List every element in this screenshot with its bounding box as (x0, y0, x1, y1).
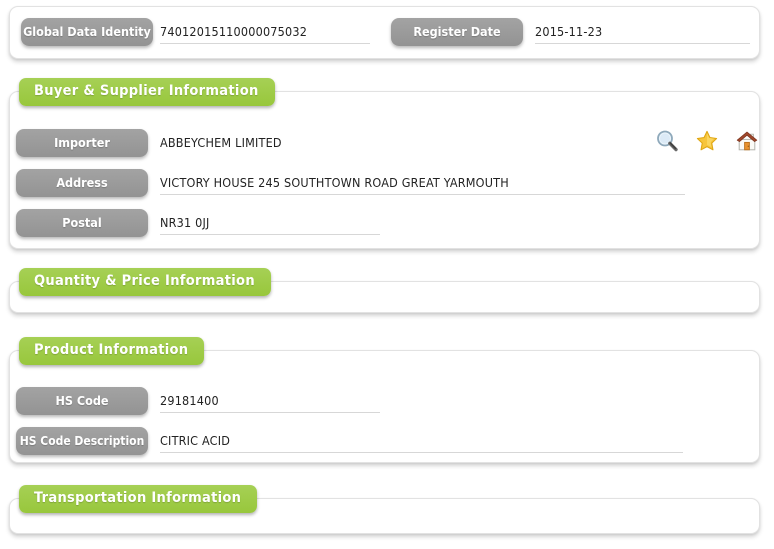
section-title-quantity-price: Quantity & Price Information (19, 268, 271, 296)
global-data-identity-label: Global Data Identity (21, 18, 153, 46)
global-data-identity-value[interactable]: 74012015110000075032 (160, 24, 307, 39)
section-title-transportation: Transportation Information (19, 485, 258, 513)
register-date-label: Register Date (391, 18, 523, 46)
hs-code-description-label: HS Code Description (16, 427, 148, 455)
search-icon[interactable] (655, 129, 679, 153)
hs-code-description-value[interactable]: CITRIC ACID (160, 433, 230, 448)
quantity-price-card: Quantity & Price Information (9, 268, 760, 313)
postal-underline (160, 234, 380, 235)
address-label: Address (16, 169, 148, 197)
postal-value[interactable]: NR31 0JJ (160, 215, 209, 230)
identity-card: Global Data Identity 7401201511000007503… (9, 6, 760, 59)
hs-code-description-underline (160, 452, 683, 453)
address-value[interactable]: VICTORY HOUSE 245 SOUTHTOWN ROAD GREAT Y… (160, 175, 509, 190)
section-title-buyer-supplier: Buyer & Supplier Information (19, 78, 275, 106)
trade-record-detail-page: Global Data Identity 7401201511000007503… (0, 0, 774, 549)
product-card: Product Information HS Code 29181400 HS … (9, 337, 760, 463)
home-icon[interactable] (735, 129, 759, 153)
register-date-value[interactable]: 2015-11-23 (535, 24, 602, 39)
hs-code-value[interactable]: 29181400 (160, 393, 219, 408)
importer-label: Importer (16, 129, 148, 157)
register-date-underline (535, 43, 750, 44)
address-underline (160, 194, 685, 195)
section-title-product: Product Information (19, 337, 205, 365)
star-icon[interactable] (695, 129, 719, 153)
buyer-supplier-card: Buyer & Supplier Information Importer AB… (9, 78, 760, 249)
transportation-card: Transportation Information (9, 485, 760, 534)
hs-code-label: HS Code (16, 387, 148, 415)
importer-value[interactable]: ABBEYCHEM LIMITED (160, 135, 282, 150)
record-actions (655, 129, 759, 153)
hs-code-underline (160, 412, 380, 413)
global-data-identity-underline (160, 43, 370, 44)
postal-label: Postal (16, 209, 148, 237)
